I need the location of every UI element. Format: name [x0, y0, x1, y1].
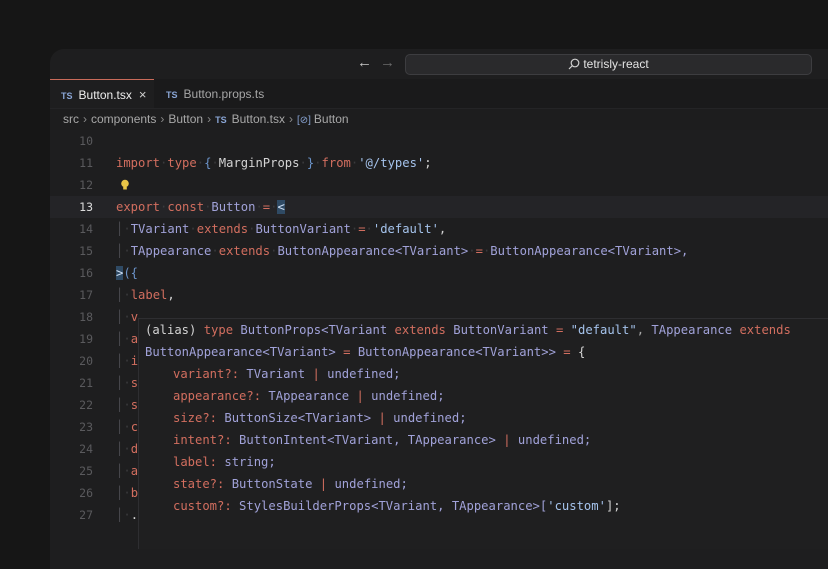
- arrow-right-icon[interactable]: →: [380, 55, 395, 71]
- chevron-right-icon: ›: [160, 112, 165, 126]
- tab-label: Button.props.ts: [183, 87, 265, 101]
- hover-prop-line: intent?: ButtonIntent<TVariant, TAppeara…: [173, 433, 592, 447]
- hover-signature-line: (alias) type ButtonProps<TVariant extend…: [145, 323, 791, 337]
- code-text[interactable]: │·c: [116, 416, 138, 438]
- code-text[interactable]: │·s: [116, 372, 138, 394]
- code-line-current: 13 export·const·Button·=·<: [50, 196, 828, 218]
- line-number: 14: [79, 222, 93, 236]
- breadcrumb: src › components › Button › TS Button.tsx › [⊘] Bu…: [63, 110, 353, 128]
- code-text[interactable]: import·type·{·MarginProps·}·from·'@/type…: [116, 152, 432, 174]
- breadcrumb-item[interactable]: Button: [168, 112, 203, 126]
- code-line: 12: [50, 174, 828, 196]
- close-icon[interactable]: ×: [139, 87, 147, 102]
- chevron-right-icon: ›: [207, 112, 212, 126]
- code-text[interactable]: │·s: [116, 394, 138, 416]
- code-text[interactable]: │·a: [116, 460, 138, 482]
- code-text[interactable]: │·TAppearance·extends·ButtonAppearance<T…: [116, 240, 688, 262]
- breadcrumb-item[interactable]: src: [63, 112, 79, 126]
- breadcrumb-item[interactable]: components: [91, 112, 156, 126]
- arrow-left-icon[interactable]: ←: [357, 55, 372, 71]
- line-number: 17: [79, 288, 93, 302]
- tab-bar: TS Button.tsx × TS Button.props.ts: [50, 79, 828, 109]
- line-number: 10: [79, 134, 93, 148]
- code-editor[interactable]: 10 11 import·type·{·MarginProps·}·from·'@…: [50, 130, 828, 569]
- line-number: 15: [79, 244, 93, 258]
- breadcrumb-symbol[interactable]: Button: [314, 112, 349, 126]
- typescript-icon: TS: [166, 90, 178, 100]
- line-number: 16: [79, 266, 93, 280]
- hover-prop-line: appearance?: TAppearance | undefined;: [173, 389, 445, 403]
- code-text[interactable]: │·TVariant·extends·ButtonVariant·=·'defa…: [116, 218, 446, 240]
- breadcrumb-file[interactable]: Button.tsx: [232, 112, 285, 126]
- tab-button-props-ts[interactable]: TS Button.props.ts: [166, 79, 264, 108]
- hover-prop-line: state?: ButtonState | undefined;: [173, 477, 408, 491]
- tab-label: Button.tsx: [78, 88, 132, 102]
- typescript-icon: TS: [61, 91, 73, 101]
- title-bar: ← → tetrisly-react: [50, 49, 828, 79]
- typescript-icon: TS: [215, 115, 227, 125]
- code-line: 17 │·label,: [50, 284, 828, 306]
- line-number: 23: [79, 420, 93, 434]
- code-text[interactable]: │·.: [116, 504, 138, 526]
- code-text[interactable]: >({: [116, 262, 138, 284]
- code-text[interactable]: │·i: [116, 350, 138, 372]
- code-line: 15 │·TAppearance·extends·ButtonAppearance…: [50, 240, 828, 262]
- line-number: 22: [79, 398, 93, 412]
- code-text[interactable]: │·label,: [116, 284, 175, 306]
- code-text[interactable]: │·v: [116, 306, 138, 328]
- line-number: 25: [79, 464, 93, 478]
- code-text[interactable]: │·d: [116, 438, 138, 460]
- code-line: 16 >({: [50, 262, 828, 284]
- search-icon: [568, 58, 580, 70]
- line-number: 11: [79, 156, 93, 170]
- code-text[interactable]: │·a: [116, 328, 138, 350]
- code-line: 10: [50, 130, 828, 152]
- line-number: 18: [79, 310, 93, 324]
- line-number: 20: [79, 354, 93, 368]
- chevron-right-icon: ›: [83, 112, 87, 126]
- hover-tooltip: (alias) type ButtonProps<TVariant extend…: [138, 318, 828, 549]
- line-number: 13: [79, 200, 93, 214]
- text-cursor: <: [277, 200, 285, 214]
- hover-prop-line: label: string;: [173, 455, 276, 469]
- line-number: 26: [79, 486, 93, 500]
- lightbulb-icon[interactable]: [120, 179, 130, 191]
- hover-prop-line: variant?: TVariant | undefined;: [173, 367, 401, 381]
- line-number: 24: [79, 442, 93, 456]
- variable-symbol-icon: [⊘]: [296, 115, 311, 126]
- tab-button-tsx[interactable]: TS Button.tsx ×: [50, 79, 154, 108]
- chevron-right-icon: ›: [288, 112, 293, 126]
- line-number: 19: [79, 332, 93, 346]
- line-number: 12: [79, 178, 93, 192]
- editor-window: ← → tetrisly-react TS Button.tsx × TS Butto…: [50, 49, 828, 569]
- line-number: 27: [79, 508, 93, 522]
- code-text[interactable]: │·b: [116, 482, 138, 504]
- command-center-search[interactable]: tetrisly-react: [405, 54, 812, 75]
- code-line: 11 import·type·{·MarginProps·}·from·'@/ty…: [50, 152, 828, 174]
- line-number: 21: [79, 376, 93, 390]
- search-label: tetrisly-react: [583, 57, 649, 71]
- hover-prop-line: size?: ButtonSize<TVariant> | undefined;: [173, 411, 467, 425]
- code-line: 14 │·TVariant·extends·ButtonVariant·=·'de…: [50, 218, 828, 240]
- hover-prop-line: custom?: StylesBuilderProps<TVariant, TA…: [173, 499, 621, 513]
- code-text[interactable]: export·const·Button·=·<: [116, 196, 285, 218]
- hover-signature-line: ButtonAppearance<TVariant> = ButtonAppea…: [145, 345, 586, 359]
